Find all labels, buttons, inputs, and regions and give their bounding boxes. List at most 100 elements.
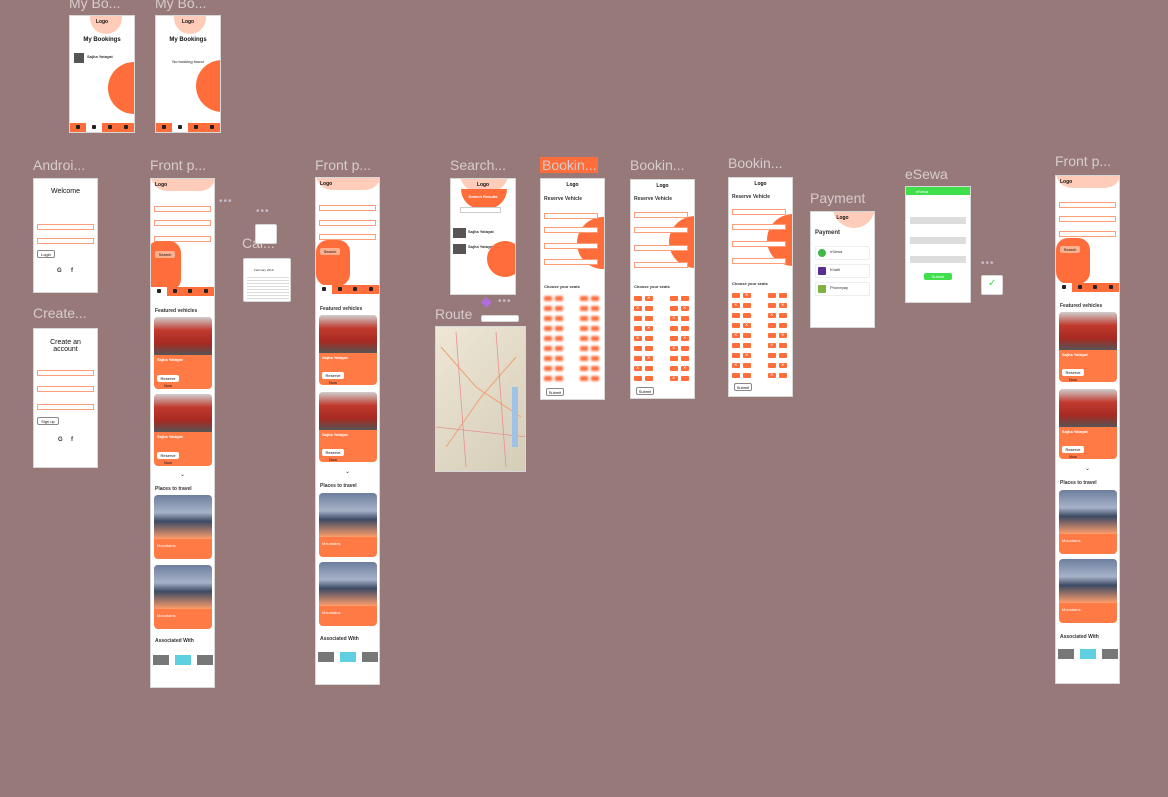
vehicle-card[interactable]: Sajha Yatayat Reserve Now — [319, 315, 377, 385]
front-page-frame-3[interactable]: Logo Search Featured vehicles Sajha Yata… — [1055, 175, 1120, 684]
seat[interactable] — [645, 325, 653, 331]
seat[interactable] — [555, 346, 563, 351]
chevron-down-icon[interactable]: ⌄ — [345, 468, 350, 475]
place-card[interactable]: Mountains — [154, 565, 212, 629]
chevron-down-icon[interactable]: ⌄ — [180, 471, 185, 478]
seat[interactable] — [544, 316, 552, 321]
front-page-frame-1[interactable]: Logo Search Featured vehicles Sajha Yata… — [150, 178, 215, 688]
seat[interactable] — [732, 323, 740, 328]
seat[interactable] — [645, 366, 653, 371]
google-icon[interactable]: G — [58, 437, 63, 443]
seat[interactable] — [670, 326, 678, 331]
seat[interactable] — [580, 356, 588, 361]
seat[interactable] — [580, 326, 588, 331]
seat[interactable] — [779, 353, 787, 358]
seat[interactable] — [544, 346, 552, 351]
submit-button[interactable]: Submit — [636, 387, 654, 395]
place-card[interactable]: Mountains — [1059, 559, 1117, 623]
bottom-nav[interactable] — [1056, 283, 1119, 292]
seat[interactable] — [732, 332, 740, 338]
seat[interactable] — [732, 362, 740, 368]
seat[interactable] — [743, 303, 751, 308]
submit-button[interactable]: Submit — [546, 388, 564, 396]
seat[interactable] — [743, 352, 751, 358]
seat[interactable] — [544, 366, 552, 371]
seat[interactable] — [670, 336, 678, 341]
seat[interactable] — [768, 303, 776, 308]
seat[interactable] — [681, 376, 689, 381]
reserve-button[interactable]: Reserve Now — [157, 452, 179, 465]
booking-frame-1[interactable]: Logo Reserve Vehicle Choose your seats S… — [540, 178, 605, 400]
seat[interactable] — [779, 332, 787, 338]
bottom-nav[interactable] — [156, 123, 220, 132]
seat[interactable] — [681, 346, 689, 351]
seat[interactable] — [779, 302, 787, 308]
search-results-frame[interactable]: Logo Search Results Sajha Yatayat Sajha … — [450, 178, 516, 295]
seat[interactable] — [779, 313, 787, 318]
my-bookings-frame-1[interactable]: Logo My Bookings Sajha Yatayat — [69, 15, 135, 133]
password-field[interactable] — [37, 404, 94, 410]
place-card[interactable]: Mountains — [319, 562, 377, 626]
seat[interactable] — [732, 302, 740, 308]
seat[interactable] — [544, 376, 552, 381]
seat[interactable] — [591, 296, 599, 301]
seat[interactable] — [555, 296, 563, 301]
facebook-icon[interactable]: f — [71, 437, 73, 443]
place-card[interactable]: Mountains — [154, 495, 212, 559]
place-card[interactable]: Mountains — [319, 493, 377, 557]
seat[interactable] — [555, 306, 563, 311]
seat[interactable] — [732, 313, 740, 318]
seat[interactable] — [681, 365, 689, 371]
vehicle-card[interactable]: Sajha Yatayat Reserve Now — [319, 392, 377, 462]
seat[interactable] — [580, 316, 588, 321]
bottom-nav[interactable] — [70, 123, 134, 132]
seat[interactable] — [645, 316, 653, 321]
seat[interactable] — [779, 373, 787, 378]
my-bookings-frame-2[interactable]: Logo My Bookings No booking found — [155, 15, 221, 133]
google-icon[interactable]: G — [57, 268, 62, 274]
bottom-nav[interactable] — [151, 287, 214, 296]
seat[interactable] — [634, 305, 642, 311]
seat[interactable] — [555, 336, 563, 341]
seat[interactable] — [779, 323, 787, 328]
seat[interactable] — [670, 296, 678, 301]
time-picker-popup[interactable] — [255, 224, 277, 244]
route-map[interactable] — [435, 326, 526, 472]
seat[interactable] — [645, 376, 653, 381]
reserve-button[interactable]: Reserve Now — [322, 372, 344, 385]
seat[interactable] — [779, 293, 787, 298]
esewa-option[interactable]: eSewa — [815, 246, 870, 260]
seat[interactable] — [670, 375, 678, 381]
seat[interactable] — [645, 336, 653, 341]
khalti-option[interactable]: Khalti — [815, 264, 870, 278]
welcome-frame[interactable]: Welcome Login G f — [33, 178, 98, 293]
seat[interactable] — [591, 366, 599, 371]
seat[interactable] — [591, 356, 599, 361]
seat[interactable] — [743, 292, 751, 298]
seat[interactable] — [555, 376, 563, 381]
search-button[interactable]: Search — [320, 248, 340, 255]
seat[interactable] — [743, 322, 751, 328]
seat[interactable] — [681, 296, 689, 301]
seat[interactable] — [580, 376, 588, 381]
booking-frame-3[interactable]: Logo Reserve Vehicle Choose your seats S… — [728, 177, 793, 397]
seat[interactable] — [634, 346, 642, 351]
front-page-frame-2[interactable]: Logo Search Featured vehicles Sajha Yata… — [315, 177, 380, 685]
calendar-popup[interactable]: February 2019 — [243, 258, 291, 302]
seat[interactable] — [732, 343, 740, 348]
seat[interactable] — [681, 356, 689, 361]
seat[interactable] — [544, 306, 552, 311]
login-button[interactable]: Login — [37, 250, 55, 258]
seat[interactable] — [681, 335, 689, 341]
vehicle-card[interactable]: Sajha Yatayat Reserve Now — [1059, 389, 1117, 459]
seat[interactable] — [555, 366, 563, 371]
seat[interactable] — [743, 313, 751, 318]
seat[interactable] — [743, 373, 751, 378]
booking-frame-2[interactable]: Logo Reserve Vehicle Choose your seats S… — [630, 179, 695, 399]
seat[interactable] — [681, 316, 689, 321]
email-field[interactable] — [37, 386, 94, 392]
seat[interactable] — [580, 346, 588, 351]
seat[interactable] — [634, 356, 642, 361]
seat[interactable] — [768, 363, 776, 368]
seat[interactable] — [768, 372, 776, 378]
